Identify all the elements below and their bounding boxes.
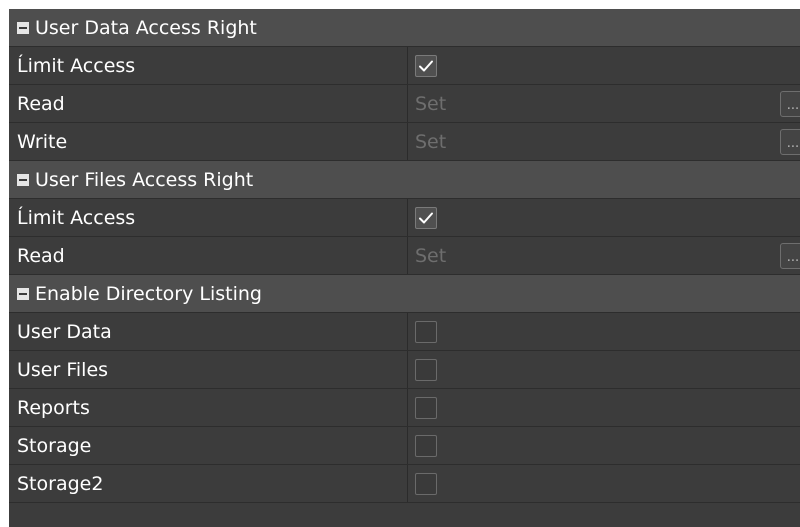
user-files-checkbox[interactable] bbox=[415, 358, 437, 381]
section-title: User Data Access Right bbox=[35, 16, 257, 39]
property-label: Ĺimit Access bbox=[9, 199, 408, 236]
storage-checkbox[interactable] bbox=[415, 434, 437, 457]
section-title: Enable Directory Listing bbox=[35, 282, 262, 305]
property-label: Storage2 bbox=[9, 465, 408, 502]
property-grid: User Data Access Right Ĺimit Access Read… bbox=[9, 9, 800, 527]
collapse-minus-icon[interactable] bbox=[17, 287, 29, 300]
property-label: User Data bbox=[9, 313, 408, 350]
section-title: User Files Access Right bbox=[35, 168, 254, 191]
property-value: Set ... bbox=[408, 123, 800, 160]
property-label: Reports bbox=[9, 389, 408, 426]
collapse-minus-icon[interactable] bbox=[17, 21, 29, 34]
checkmark-icon bbox=[419, 212, 433, 223]
property-row-user-files-read: Read Set ... bbox=[9, 237, 800, 275]
property-value bbox=[408, 389, 800, 426]
property-label: Storage bbox=[9, 427, 408, 464]
property-row-user-data: User Data bbox=[9, 313, 800, 351]
property-value bbox=[408, 47, 800, 84]
limit-access-checkbox[interactable] bbox=[415, 54, 437, 77]
browse-ellipsis-button[interactable]: ... bbox=[780, 129, 800, 155]
section-header-enable-directory-listing[interactable]: Enable Directory Listing bbox=[9, 275, 800, 313]
property-label: Read bbox=[9, 237, 408, 274]
property-value bbox=[408, 313, 800, 350]
set-value-text: Set bbox=[415, 130, 447, 153]
property-value bbox=[408, 427, 800, 464]
property-row-storage2: Storage2 bbox=[9, 465, 800, 503]
property-row-user-data-write: Write Set ... bbox=[9, 123, 800, 161]
property-label: Read bbox=[9, 85, 408, 122]
property-label: Ĺimit Access bbox=[9, 47, 408, 84]
user-data-checkbox[interactable] bbox=[415, 320, 437, 343]
property-row-storage: Storage bbox=[9, 427, 800, 465]
property-row-user-files: User Files bbox=[9, 351, 800, 389]
section-header-user-data-access-right[interactable]: User Data Access Right bbox=[9, 9, 800, 47]
set-value-text: Set bbox=[415, 92, 447, 115]
property-row-user-files-limit-access: Ĺimit Access bbox=[9, 199, 800, 237]
property-value bbox=[408, 351, 800, 388]
checkmark-icon bbox=[419, 60, 433, 71]
collapse-minus-icon[interactable] bbox=[17, 173, 29, 186]
limit-access-checkbox[interactable] bbox=[415, 206, 437, 229]
browse-ellipsis-button[interactable]: ... bbox=[780, 91, 800, 117]
property-value: Set ... bbox=[408, 85, 800, 122]
property-value: Set ... bbox=[408, 237, 800, 274]
property-label: User Files bbox=[9, 351, 408, 388]
browse-ellipsis-button[interactable]: ... bbox=[780, 243, 800, 269]
property-row-reports: Reports bbox=[9, 389, 800, 427]
section-header-user-files-access-right[interactable]: User Files Access Right bbox=[9, 161, 800, 199]
storage2-checkbox[interactable] bbox=[415, 472, 437, 495]
property-label: Write bbox=[9, 123, 408, 160]
property-value bbox=[408, 465, 800, 502]
property-row-user-data-limit-access: Ĺimit Access bbox=[9, 47, 800, 85]
property-row-user-data-read: Read Set ... bbox=[9, 85, 800, 123]
property-value bbox=[408, 199, 800, 236]
set-value-text: Set bbox=[415, 244, 447, 267]
reports-checkbox[interactable] bbox=[415, 396, 437, 419]
